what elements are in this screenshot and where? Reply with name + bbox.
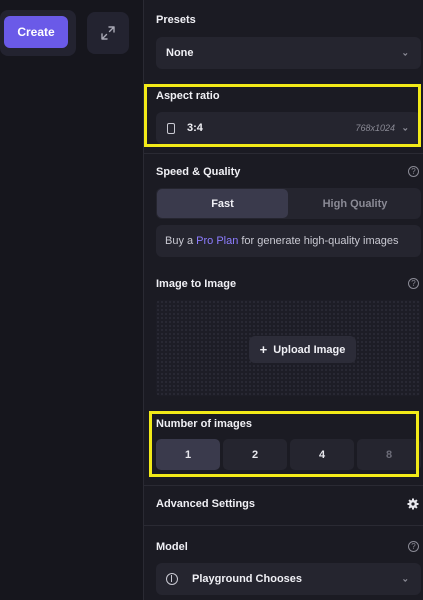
pro-plan-link[interactable]: Pro Plan bbox=[196, 235, 238, 247]
divider bbox=[144, 525, 423, 526]
settings-panel: Presets None ⌄ Aspect ratio 3:4 768x1024… bbox=[143, 0, 423, 600]
divider bbox=[144, 153, 423, 154]
image-drop-area[interactable]: + Upload Image bbox=[156, 300, 421, 396]
create-button-container: Create bbox=[0, 10, 76, 56]
upload-image-label: Upload Image bbox=[273, 343, 346, 356]
high-quality-option[interactable]: High Quality bbox=[290, 189, 420, 218]
advanced-settings-label[interactable]: Advanced Settings bbox=[156, 498, 255, 510]
chevron-down-icon: ⌄ bbox=[401, 47, 409, 58]
fast-option[interactable]: Fast bbox=[157, 189, 288, 218]
pro-notice-suffix: for generate high-quality images bbox=[241, 235, 399, 247]
gear-icon[interactable] bbox=[407, 497, 419, 510]
pro-plan-notice: Buy a Pro Plan for generate high-quality… bbox=[156, 225, 421, 257]
highlight-box bbox=[149, 411, 419, 477]
expand-button[interactable] bbox=[87, 12, 129, 54]
model-icon bbox=[166, 573, 178, 585]
speed-quality-toggle: Fast High Quality bbox=[156, 188, 421, 219]
speed-quality-label: Speed & Quality bbox=[156, 166, 241, 178]
presets-value: None bbox=[166, 47, 194, 59]
help-icon[interactable]: ? bbox=[408, 278, 419, 289]
help-icon[interactable]: ? bbox=[408, 166, 419, 177]
upload-image-button[interactable]: + Upload Image bbox=[249, 336, 356, 363]
chevron-down-icon: ⌄ bbox=[401, 573, 409, 584]
presets-select[interactable]: None ⌄ bbox=[156, 37, 421, 69]
plus-icon: + bbox=[259, 342, 268, 357]
left-panel: Create bbox=[0, 0, 143, 600]
pro-notice-prefix: Buy a bbox=[165, 235, 194, 247]
model-value: Playground Chooses bbox=[192, 573, 303, 585]
presets-label: Presets bbox=[156, 14, 196, 26]
divider bbox=[144, 485, 423, 486]
model-select[interactable]: Playground Chooses ⌄ bbox=[156, 563, 421, 595]
image-to-image-label: Image to Image bbox=[156, 278, 237, 290]
model-label: Model bbox=[156, 541, 188, 553]
highlight-box bbox=[144, 84, 421, 147]
expand-icon bbox=[101, 26, 115, 40]
create-button[interactable]: Create bbox=[4, 16, 68, 48]
help-icon[interactable]: ? bbox=[408, 541, 419, 552]
